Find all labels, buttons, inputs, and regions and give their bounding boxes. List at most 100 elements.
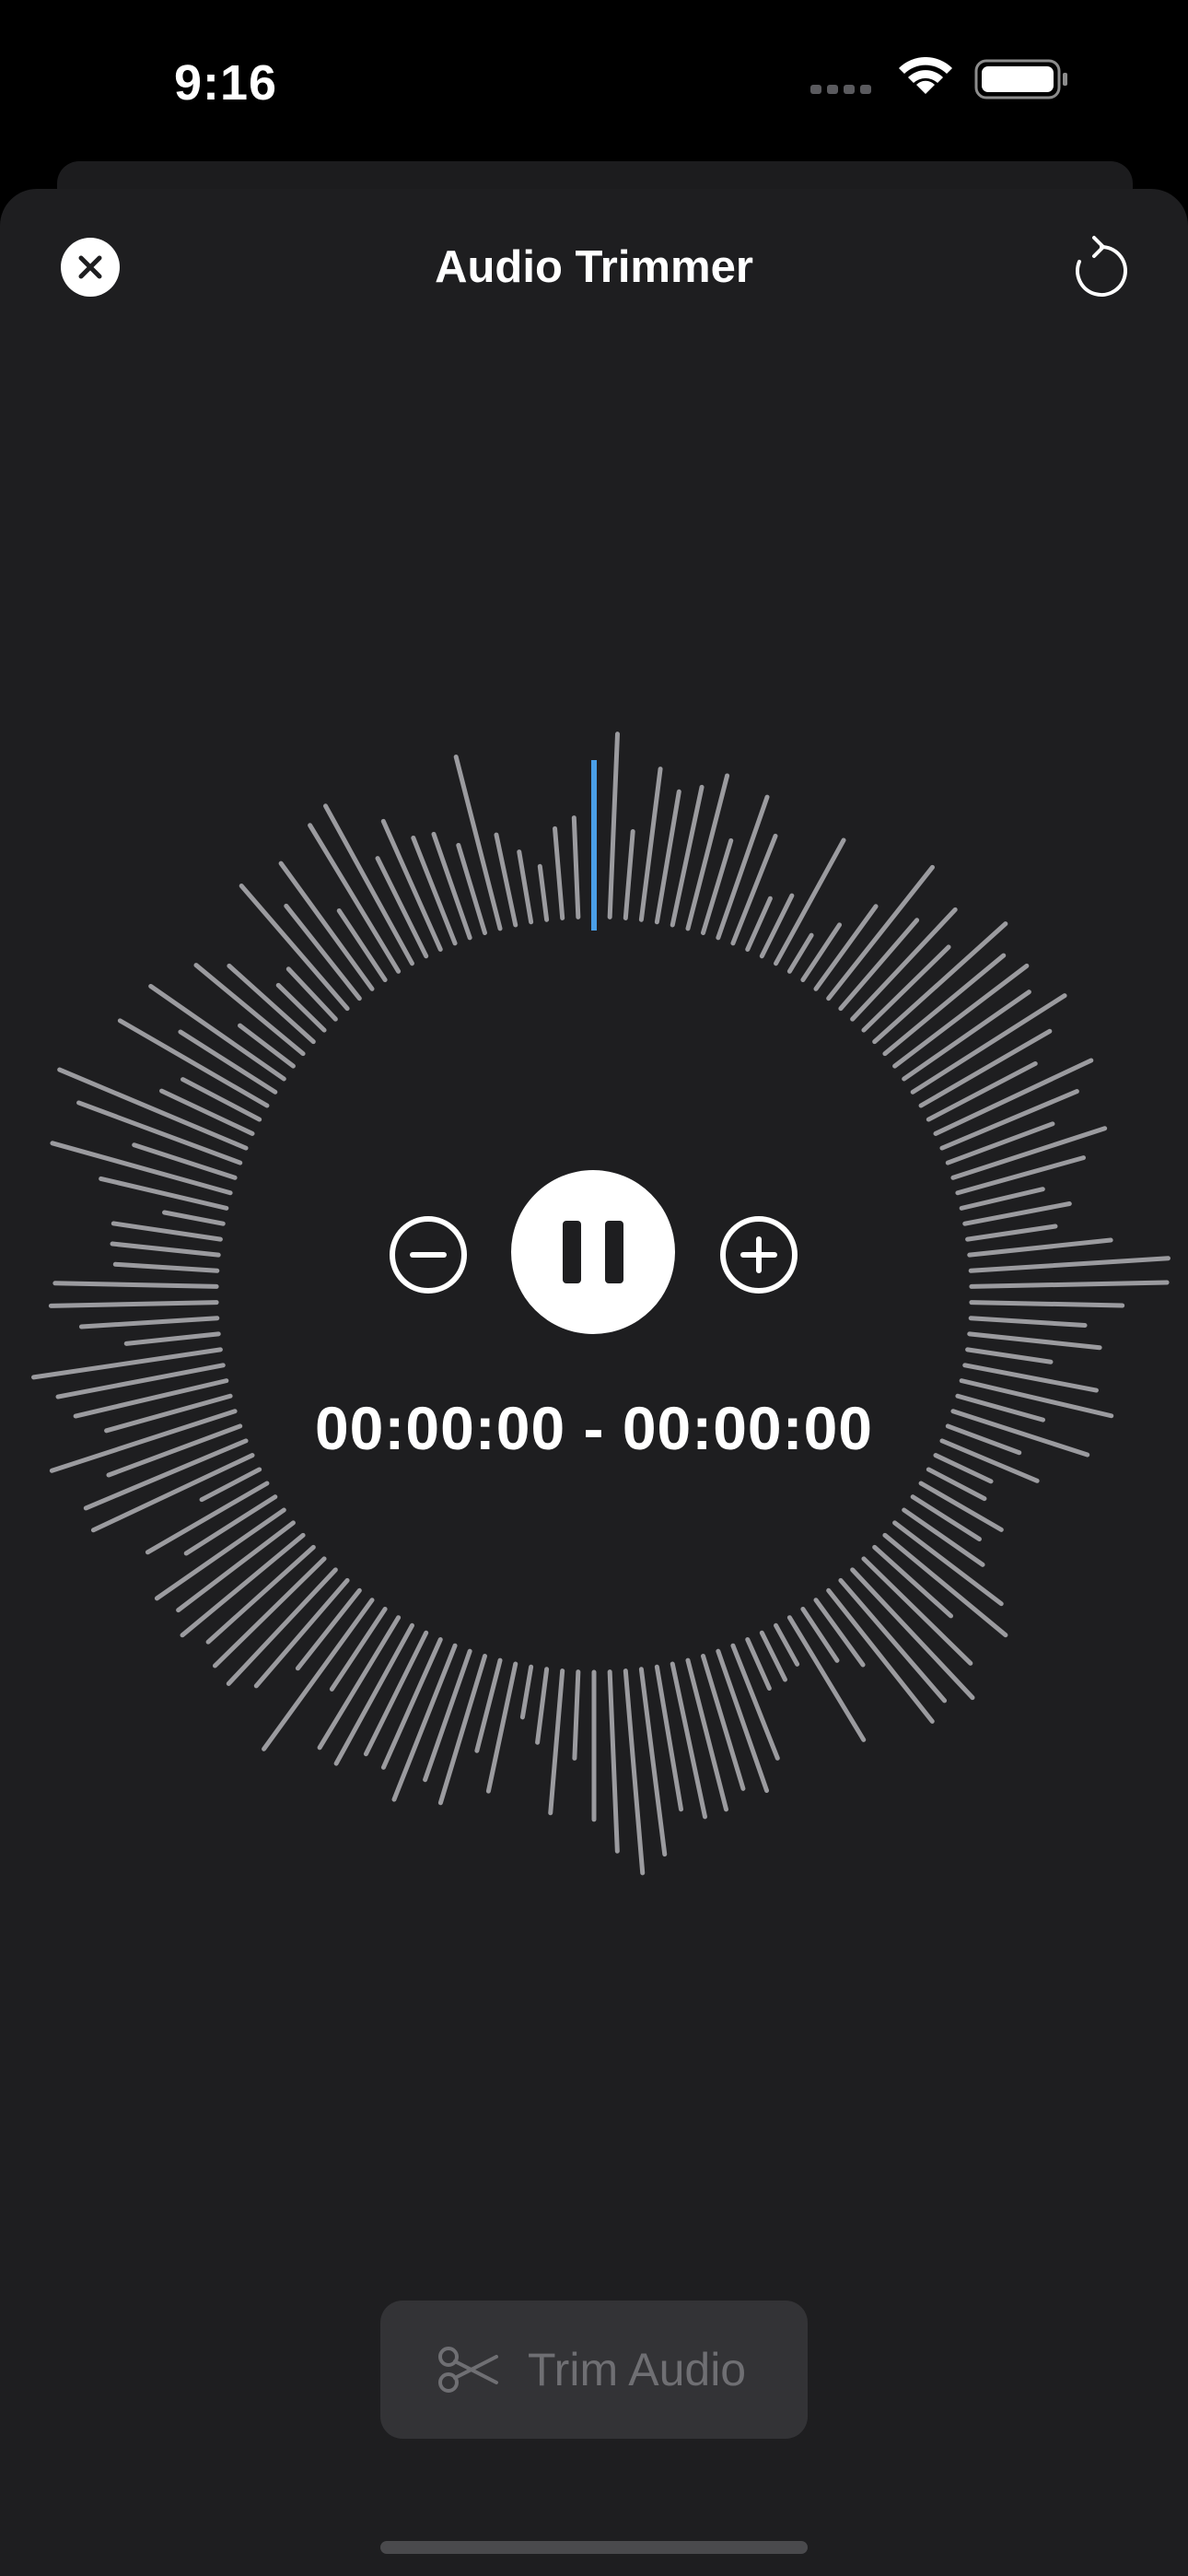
waveform-bar: [161, 1210, 226, 1226]
waveform-bar: [117, 1018, 270, 1108]
waveform-bar: [285, 966, 338, 1022]
waveform-bar: [892, 1520, 1004, 1607]
waveform-bar: [205, 1544, 316, 1645]
close-button[interactable]: [61, 238, 120, 297]
minus-circle-icon: [390, 1216, 467, 1294]
waveform-bar: [553, 825, 565, 920]
waveform-bar: [431, 831, 472, 941]
waveform-bar: [548, 1669, 565, 1816]
waveform-bar: [968, 1316, 1088, 1329]
waveform-bar: [275, 982, 327, 1033]
pause-button[interactable]: [511, 1170, 675, 1334]
waveform-bar: [336, 907, 388, 983]
battery-icon: [974, 59, 1067, 100]
waveform-bar: [112, 1261, 220, 1273]
waveform-bar: [278, 861, 375, 991]
waveform-bar: [969, 1300, 1125, 1308]
refresh-icon: [1076, 236, 1127, 297]
waveform-bar: [813, 1598, 866, 1668]
waveform-bar: [730, 833, 778, 946]
waveform-bar: [159, 1088, 255, 1136]
waveform-bar: [945, 1121, 1055, 1165]
waveform-bar: [99, 1176, 229, 1211]
waveform-bar: [850, 1567, 975, 1701]
waveform-bar: [882, 953, 1007, 1057]
waveform-bar: [786, 1615, 867, 1742]
waveform-bar: [212, 1556, 327, 1669]
waveform-bar: [774, 1622, 800, 1667]
waveform-bar: [638, 767, 663, 922]
waveform-bar: [181, 1077, 262, 1122]
waveform-bar: [193, 963, 306, 1057]
waveform-bar: [685, 1657, 728, 1812]
waveform-bar: [572, 1669, 581, 1761]
waveform-bar: [111, 1221, 223, 1242]
plus-circle-icon: [720, 1216, 798, 1294]
waveform-bar: [226, 1567, 338, 1686]
waveform-bar: [104, 1393, 233, 1434]
waveform-bar: [494, 832, 518, 928]
waveform-bar: [607, 732, 620, 919]
waveform-bar: [800, 922, 843, 983]
trim-audio-label: Trim Audio: [528, 2344, 747, 2395]
home-indicator: [380, 2541, 808, 2554]
waveform-bar: [623, 1669, 646, 1876]
zoom-in-button[interactable]: [718, 1214, 799, 1295]
waveform-bar: [968, 1256, 1171, 1273]
waveform-bar: [965, 1347, 1054, 1364]
waveform-bar: [317, 1615, 402, 1751]
waveform-bar: [959, 1378, 1114, 1419]
waveform-bar: [882, 1532, 1008, 1638]
waveform-bar: [967, 1237, 1113, 1258]
waveform-bar: [519, 1664, 534, 1720]
waveform-bar: [910, 1494, 982, 1542]
waveform-bar: [950, 1409, 1090, 1458]
waveform-bar: [774, 837, 846, 966]
waveform-bar: [623, 828, 635, 920]
waveform-bar: [52, 1281, 219, 1289]
waveform-bar: [123, 1331, 221, 1346]
waveform-bar: [176, 1520, 296, 1613]
page-title: Audio Trimmer: [435, 242, 753, 292]
waveform-bar: [517, 849, 534, 925]
waveform-bar: [57, 1067, 249, 1151]
waveform-bar: [535, 1667, 550, 1745]
waveform-bar: [48, 1300, 219, 1308]
waveform-bar: [745, 1637, 772, 1692]
waveform-bar: [411, 835, 458, 946]
cellular-signal-icon: [810, 85, 871, 94]
waveform-bar: [786, 932, 814, 974]
waveform-bar: [537, 863, 550, 922]
waveform-bar: [959, 1187, 1045, 1211]
zoom-out-button[interactable]: [388, 1214, 469, 1295]
waveform-bar: [333, 1622, 414, 1766]
waveform-bar: [850, 907, 958, 1022]
waveform-bar: [962, 1201, 1072, 1226]
waveform-bar: [238, 1023, 296, 1069]
waveform-bar: [253, 1577, 350, 1689]
waveform-bar: [701, 1654, 746, 1791]
waveform-bar: [607, 1669, 620, 1854]
waveform-bar: [902, 989, 1031, 1082]
status-time: 9:16: [173, 55, 278, 111]
waveform-bar: [571, 815, 581, 919]
wifi-icon: [899, 56, 952, 94]
close-icon: [78, 255, 102, 279]
trim-audio-button[interactable]: Trim Audio: [380, 2301, 808, 2439]
waveform-bar: [861, 1556, 973, 1666]
waveform-bar: [918, 1481, 1004, 1532]
waveform-bar: [800, 1606, 840, 1663]
waveform-bar: [78, 1316, 220, 1329]
waveform-bar: [967, 1331, 1102, 1351]
reset-button[interactable]: [1061, 230, 1138, 308]
waveform-bar: [730, 1643, 780, 1761]
time-range-label: 00:00:00 - 00:00:00: [314, 1394, 874, 1462]
waveform-bar: [969, 1280, 1170, 1289]
waveform-bar: [685, 773, 730, 931]
scissors-icon: [438, 2347, 498, 2393]
status-icons: [810, 56, 1087, 103]
waveform-bar: [965, 1224, 1058, 1242]
waveform-bar: [955, 1155, 1086, 1196]
status-bar: 9:16: [0, 0, 1188, 166]
waveform-bar: [73, 1378, 229, 1419]
